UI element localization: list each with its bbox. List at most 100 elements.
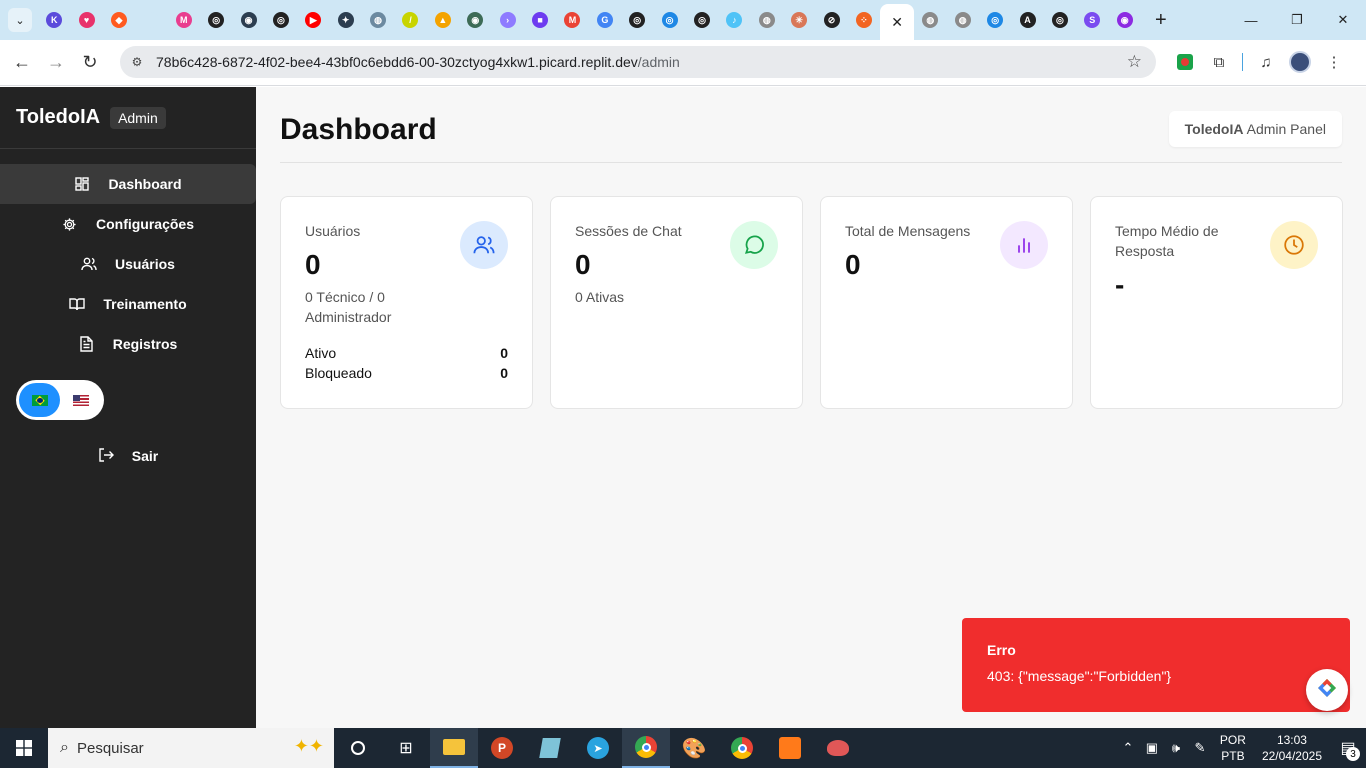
book-icon <box>69 296 86 312</box>
sublime-icon[interactable] <box>766 728 814 768</box>
browser-tab[interactable]: A <box>1011 4 1043 36</box>
browser-tab[interactable]: ◉ <box>232 4 264 36</box>
close-window-button[interactable]: ✕ <box>1320 0 1366 40</box>
sidebar-item-usuarios[interactable]: Usuários <box>0 244 256 284</box>
notification-center[interactable]: ▤ 3 <box>1330 728 1366 768</box>
sidebar-item-dashboard[interactable]: Dashboard <box>0 164 256 204</box>
active-tab[interactable]: ✕ <box>880 4 915 40</box>
powerpoint-icon[interactable]: P <box>478 728 526 768</box>
browser-tab[interactable]: ◎ <box>1044 4 1076 36</box>
browser-tab[interactable]: ◍ <box>751 4 783 36</box>
new-tab-button[interactable]: + <box>1147 6 1175 34</box>
browser-tab[interactable]: ◍ <box>362 4 394 36</box>
blank-icon <box>143 12 160 28</box>
notification-count: 3 <box>1346 747 1360 761</box>
circle-icon: ◉ <box>240 12 257 28</box>
stat-row-active: Ativo 0 <box>305 345 508 361</box>
sidebar-item-registros[interactable]: Registros <box>0 324 256 364</box>
input-language[interactable]: POR PTB <box>1220 732 1246 764</box>
taskbar-search[interactable]: ⌕ Pesquisar ✦✦ <box>48 728 334 768</box>
sidebar-item-configuracoes[interactable]: Configurações <box>0 204 256 244</box>
profile-avatar[interactable] <box>1283 46 1317 78</box>
volume-icon[interactable]: 🕪 <box>1164 740 1188 756</box>
url-text[interactable]: 78b6c428-6872-4f02-bee4-43bf0c6ebdd6-00-… <box>156 54 680 70</box>
media-control-icon[interactable]: ♫ <box>1249 46 1283 78</box>
browser-tab[interactable]: M <box>168 4 200 36</box>
browser-tab[interactable]: ◎ <box>621 4 653 36</box>
site-info-icon[interactable]: ⚙ <box>128 53 146 71</box>
address-bar[interactable]: ⚙ 78b6c428-6872-4f02-bee4-43bf0c6ebdd6-0… <box>120 46 1156 78</box>
minimize-button[interactable]: — <box>1228 0 1274 40</box>
browser-tab[interactable]: G <box>589 4 621 36</box>
browser-tab[interactable]: ◆ <box>103 4 135 36</box>
back-button[interactable]: ← <box>5 46 39 80</box>
task-view-icon[interactable]: ⊞ <box>382 728 430 768</box>
browser-tab[interactable]: / <box>394 4 426 36</box>
paint-icon[interactable]: 🎨 <box>670 728 718 768</box>
browser-tab[interactable]: ■ <box>524 4 556 36</box>
clock[interactable]: 13:03 22/04/2025 <box>1262 732 1322 764</box>
chrome-icon[interactable] <box>622 728 670 768</box>
brand-name: ToledoIA <box>16 106 101 128</box>
browser-tab[interactable]: ◎ <box>979 4 1011 36</box>
browser-tab[interactable]: ◍ <box>947 4 979 36</box>
restore-button[interactable]: ❐ <box>1274 0 1320 40</box>
browser-tab[interactable]: ✳ <box>783 4 815 36</box>
users-icon <box>460 221 508 269</box>
start-button[interactable] <box>0 728 48 768</box>
camera-icon[interactable]: ▣ <box>1140 740 1164 756</box>
card-label: Sessões de Chat <box>575 223 682 239</box>
floating-assistant-button[interactable] <box>1306 669 1348 711</box>
reload-button[interactable]: ↻ <box>73 46 107 80</box>
language-option-pt[interactable] <box>19 383 60 417</box>
file-explorer-icon[interactable] <box>430 728 478 768</box>
browser-tab[interactable]: S <box>1076 4 1108 36</box>
telegram-icon[interactable]: ➤ <box>574 728 622 768</box>
browser-tab[interactable]: ▲ <box>427 4 459 36</box>
browser-tab[interactable]: ⊘ <box>815 4 847 36</box>
browser-tab[interactable]: ♥ <box>70 4 102 36</box>
menu-dots-icon[interactable]: ⋮ <box>1317 46 1351 78</box>
toolbar-separator <box>1242 53 1243 71</box>
tab-search-button[interactable]: ⌄ <box>8 8 32 32</box>
sidebar-item-label: Configurações <box>95 216 194 232</box>
browser-tab[interactable]: ◎ <box>200 4 232 36</box>
eye-icon: ◉ <box>1116 12 1133 28</box>
k-icon: K <box>46 12 63 28</box>
globe-icon: ◍ <box>370 12 387 28</box>
cortana-icon[interactable] <box>334 728 382 768</box>
notes-app-icon[interactable] <box>526 728 574 768</box>
browser-tab[interactable]: ◎ <box>265 4 297 36</box>
browser-tab[interactable]: ◎ <box>653 4 685 36</box>
browser-tab[interactable]: ⁘ <box>848 4 880 36</box>
bookmark-star-icon[interactable]: ☆ <box>1127 52 1142 72</box>
snipping-tool-icon[interactable] <box>814 728 862 768</box>
chevron-up-icon[interactable]: ⌃ <box>1116 740 1140 756</box>
browser-tab[interactable]: › <box>491 4 523 36</box>
close-tab-icon[interactable]: ✕ <box>891 14 903 31</box>
sidebar: ToledoIA Admin Dashboard Configurações U… <box>0 87 256 728</box>
extension-icon[interactable] <box>1168 46 1202 78</box>
globe-icon: ◍ <box>922 12 939 28</box>
language-option-en[interactable] <box>60 383 101 417</box>
user-status-rows: Ativo 0 Bloqueado 0 <box>305 343 508 383</box>
page-title: Dashboard <box>280 113 437 146</box>
browser-tab[interactable]: ◉ <box>1109 4 1141 36</box>
browser-tab[interactable]: K <box>38 4 70 36</box>
forward-button[interactable]: → <box>39 46 73 80</box>
browser-tab[interactable] <box>135 4 167 36</box>
pen-icon[interactable]: ✎ <box>1188 740 1212 756</box>
browser-tab[interactable]: ◉ <box>459 4 491 36</box>
chrome-profile-icon[interactable] <box>718 728 766 768</box>
puzzle-icon[interactable]: ⧉ <box>1202 46 1236 78</box>
card-subtext: 0 Ativas <box>575 289 625 305</box>
browser-tab[interactable]: M <box>556 4 588 36</box>
browser-tab[interactable]: ✦ <box>330 4 362 36</box>
browser-tab[interactable]: ♪ <box>718 4 750 36</box>
logout-button[interactable]: Sair <box>0 436 256 476</box>
error-toast[interactable]: Erro 403: {"message":"Forbidden"} <box>962 618 1350 712</box>
browser-tab[interactable]: ◎ <box>686 4 718 36</box>
browser-tab[interactable]: ◍ <box>914 4 946 36</box>
browser-tab[interactable]: ▶ <box>297 4 329 36</box>
sidebar-item-treinamento[interactable]: Treinamento <box>0 284 256 324</box>
